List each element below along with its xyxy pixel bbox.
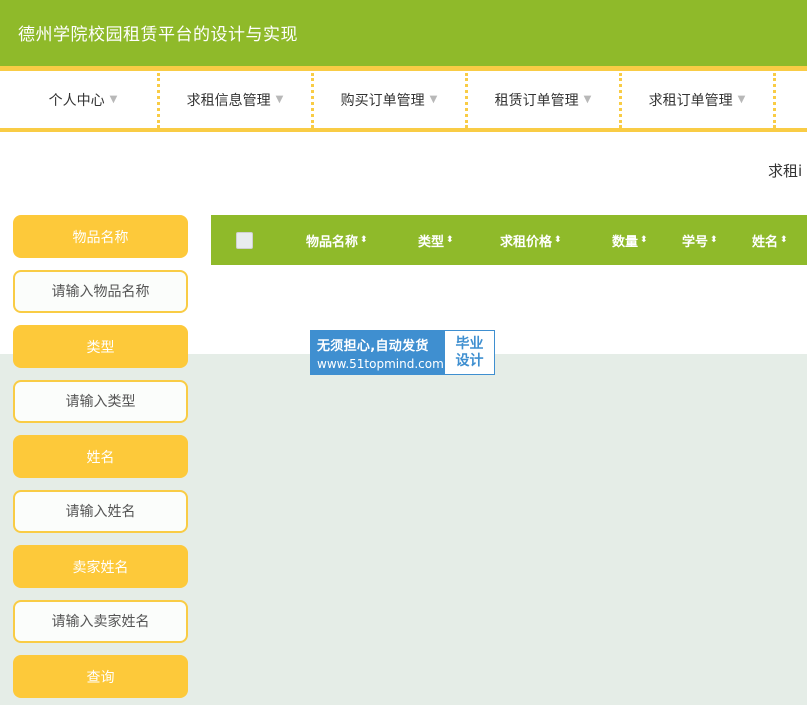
nav-item-personal-center[interactable]: 个人中心 ▼ — [8, 71, 158, 128]
sort-icon: ⬍ — [360, 235, 368, 245]
sort-icon: ⬍ — [780, 235, 788, 245]
watermark-badge: 无须担心,自动发货 www.51topmind.com 毕业 设计 — [310, 330, 495, 375]
table-body — [211, 265, 807, 354]
column-header-rent-price[interactable]: 求租价格 ⬍ — [500, 231, 562, 250]
nav-item-purchase-orders[interactable]: 购买订单管理 ▼ — [314, 71, 464, 128]
column-header-student-id[interactable]: 学号 ⬍ — [682, 231, 718, 250]
item-name-label: 物品名称 — [13, 215, 188, 258]
nav-item-rental-orders[interactable]: 租赁订单管理 ▼ — [468, 71, 618, 128]
column-header-quantity[interactable]: 数量 ⬍ — [612, 231, 648, 250]
column-header-label: 求租价格 — [500, 235, 553, 250]
select-all-checkbox[interactable] — [236, 232, 253, 249]
seller-name-label: 卖家姓名 — [13, 545, 188, 588]
top-nav: 个人中心 ▼ 求租信息管理 ▼ 购买订单管理 ▼ 租赁订单管理 ▼ 求租订单管理… — [0, 71, 807, 128]
watermark-url: www.51topmind.com — [317, 357, 444, 371]
table-header: 物品名称 ⬍ 类型 ⬍ 求租价格 ⬍ 数量 ⬍ 学号 ⬍ 姓名 ⬍ — [211, 215, 807, 265]
nav-item-label: 求租订单管理 — [648, 92, 733, 109]
chevron-down-icon: ▼ — [737, 94, 746, 105]
watermark-tag-line2: 设计 — [455, 352, 484, 369]
nav-divider — [773, 73, 776, 128]
search-button[interactable]: 查询 — [13, 655, 188, 698]
nav-bottom-border — [0, 128, 807, 132]
chevron-down-icon: ▼ — [429, 94, 438, 105]
sort-icon: ⬍ — [554, 235, 562, 245]
column-header-item-name[interactable]: 物品名称 ⬍ — [306, 231, 368, 250]
watermark-text-block: 无须担心,自动发货 www.51topmind.com — [311, 331, 445, 374]
app-title: 德州学院校园租赁平台的设计与实现 — [18, 25, 298, 45]
column-header-label: 数量 — [612, 235, 639, 250]
nav-item-label: 个人中心 — [48, 92, 105, 109]
type-input[interactable] — [13, 380, 188, 423]
column-header-name[interactable]: 姓名 ⬍ — [752, 231, 788, 250]
name-input[interactable] — [13, 490, 188, 533]
column-header-label: 姓名 — [752, 235, 779, 250]
column-header-type[interactable]: 类型 ⬍ — [418, 231, 454, 250]
item-name-input[interactable] — [13, 270, 188, 313]
page-title: 求租i — [768, 162, 803, 180]
nav-item-rent-request-info[interactable]: 求租信息管理 ▼ — [160, 71, 310, 128]
nav-item-label: 求租信息管理 — [186, 92, 271, 109]
watermark-tag-line1: 毕业 — [455, 335, 484, 352]
nav-item-rent-request-orders[interactable]: 求租订单管理 ▼ — [622, 71, 772, 128]
sort-icon: ⬍ — [446, 235, 454, 245]
seller-name-input[interactable] — [13, 600, 188, 643]
chevron-down-icon: ▼ — [583, 94, 592, 105]
sort-icon: ⬍ — [640, 235, 648, 245]
nav-item-label: 购买订单管理 — [340, 92, 425, 109]
chevron-down-icon: ▼ — [275, 94, 284, 105]
sort-icon: ⬍ — [710, 235, 718, 245]
column-header-label: 物品名称 — [306, 235, 359, 250]
type-label: 类型 — [13, 325, 188, 368]
watermark-line1: 无须担心,自动发货 — [317, 339, 429, 354]
app-header: 德州学院校园租赁平台的设计与实现 — [0, 0, 807, 66]
chevron-down-icon: ▼ — [109, 94, 118, 105]
watermark-tag: 毕业 设计 — [445, 331, 494, 374]
column-header-label: 类型 — [418, 235, 445, 250]
nav-item-label: 租赁订单管理 — [494, 92, 579, 109]
column-header-label: 学号 — [682, 235, 709, 250]
name-label: 姓名 — [13, 435, 188, 478]
